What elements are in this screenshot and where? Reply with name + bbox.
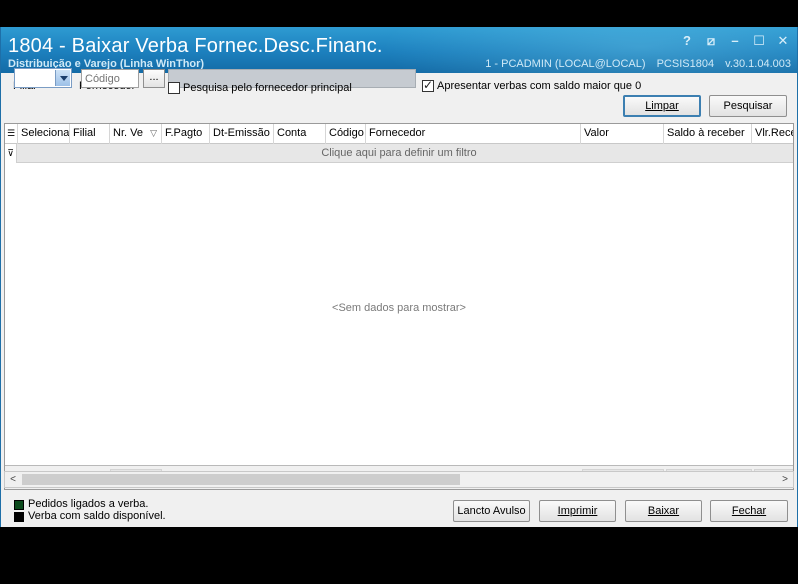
fechar-button[interactable]: Fechar bbox=[710, 500, 788, 522]
results-grid[interactable]: ☰ Selecionad Filial Nr. Ve ▽ F.Pagto Dt-… bbox=[4, 123, 794, 490]
routine-code: PCSIS1804 bbox=[656, 58, 715, 70]
principal-checkbox-label: Pesquisa pelo fornecedor principal bbox=[183, 82, 352, 94]
main-window: 1804 - Baixar Verba Fornec.Desc.Financ. … bbox=[0, 27, 798, 527]
principal-checkbox[interactable] bbox=[168, 82, 180, 94]
col-fornecedor[interactable]: Fornecedor bbox=[366, 124, 581, 144]
session-info: 1 - PCADMIN (LOCAL@LOCAL) PCSIS1804 v.30… bbox=[477, 58, 791, 70]
scroll-left-icon[interactable]: < bbox=[5, 472, 21, 487]
fornecedor-codigo-input[interactable] bbox=[81, 69, 139, 88]
saldo-checkbox[interactable] bbox=[422, 78, 434, 92]
saldo-checkbox-label: Apresentar verbas com saldo maior que 0 bbox=[437, 80, 642, 92]
col-conta[interactable]: Conta bbox=[274, 124, 326, 144]
col-saldo-receber[interactable]: Saldo à receber bbox=[664, 124, 752, 144]
close-icon[interactable]: ✕ bbox=[775, 33, 791, 49]
sort-icon: ▽ bbox=[150, 128, 157, 138]
chevron-down-icon[interactable] bbox=[55, 70, 70, 86]
maximize-icon[interactable]: ☐ bbox=[751, 33, 767, 49]
help-icon[interactable]: ? bbox=[679, 33, 695, 49]
baixar-button[interactable]: Baixar bbox=[625, 500, 702, 522]
scroll-right-icon[interactable]: > bbox=[777, 472, 793, 487]
version-label: v.30.1.04.003 bbox=[725, 58, 791, 70]
col-codigo[interactable]: Código bbox=[326, 124, 366, 144]
scroll-thumb[interactable] bbox=[22, 474, 460, 485]
horizontal-scrollbar[interactable]: < > bbox=[4, 471, 794, 488]
col-selecionado[interactable]: Selecionad bbox=[18, 124, 70, 144]
lancto-avulso-button[interactable]: Lancto Avulso bbox=[453, 500, 530, 522]
limpar-button[interactable]: Limpar bbox=[623, 95, 701, 117]
restore-icon[interactable]: ⧄ bbox=[703, 33, 719, 49]
col-fpagto[interactable]: F.Pagto bbox=[162, 124, 210, 144]
title-bar: 1804 - Baixar Verba Fornec.Desc.Financ. … bbox=[1, 27, 797, 73]
col-vlr-recebido[interactable]: Vlr.Rece bbox=[752, 124, 793, 144]
legend-pedidos-label: Pedidos ligados a verba. bbox=[28, 498, 149, 510]
imprimir-button[interactable]: Imprimir bbox=[539, 500, 616, 522]
minimize-icon[interactable]: – bbox=[727, 33, 743, 49]
window-controls: ? ⧄ – ☐ ✕ bbox=[679, 33, 791, 49]
fornecedor-lookup-button[interactable]: ... bbox=[143, 69, 165, 88]
session-user: 1 - PCADMIN (LOCAL@LOCAL) bbox=[485, 58, 646, 70]
grid-filter-row[interactable]: ⊽ Clique aqui para definir um filtro bbox=[5, 144, 793, 163]
col-dt-emissao[interactable]: Dt-Emissão bbox=[210, 124, 274, 144]
column-chooser-icon[interactable]: ☰ bbox=[5, 124, 18, 144]
legend-pedidos-swatch bbox=[14, 500, 24, 510]
window-title: 1804 - Baixar Verba Fornec.Desc.Financ. bbox=[8, 35, 383, 57]
col-nr-verba[interactable]: Nr. Ve ▽ bbox=[110, 124, 162, 144]
filter-hint: Clique aqui para definir um filtro bbox=[321, 147, 477, 159]
legend-saldo-label: Verba com saldo disponível. bbox=[28, 510, 166, 522]
col-filial[interactable]: Filial bbox=[70, 124, 110, 144]
grid-empty-message: <Sem dados para mostrar> bbox=[332, 302, 466, 314]
filial-combo[interactable] bbox=[14, 68, 72, 88]
grid-header: ☰ Selecionad Filial Nr. Ve ▽ F.Pagto Dt-… bbox=[5, 124, 793, 144]
col-valor[interactable]: Valor bbox=[581, 124, 664, 144]
pesquisar-button[interactable]: Pesquisar bbox=[709, 95, 787, 117]
legend-saldo-swatch bbox=[14, 512, 24, 522]
